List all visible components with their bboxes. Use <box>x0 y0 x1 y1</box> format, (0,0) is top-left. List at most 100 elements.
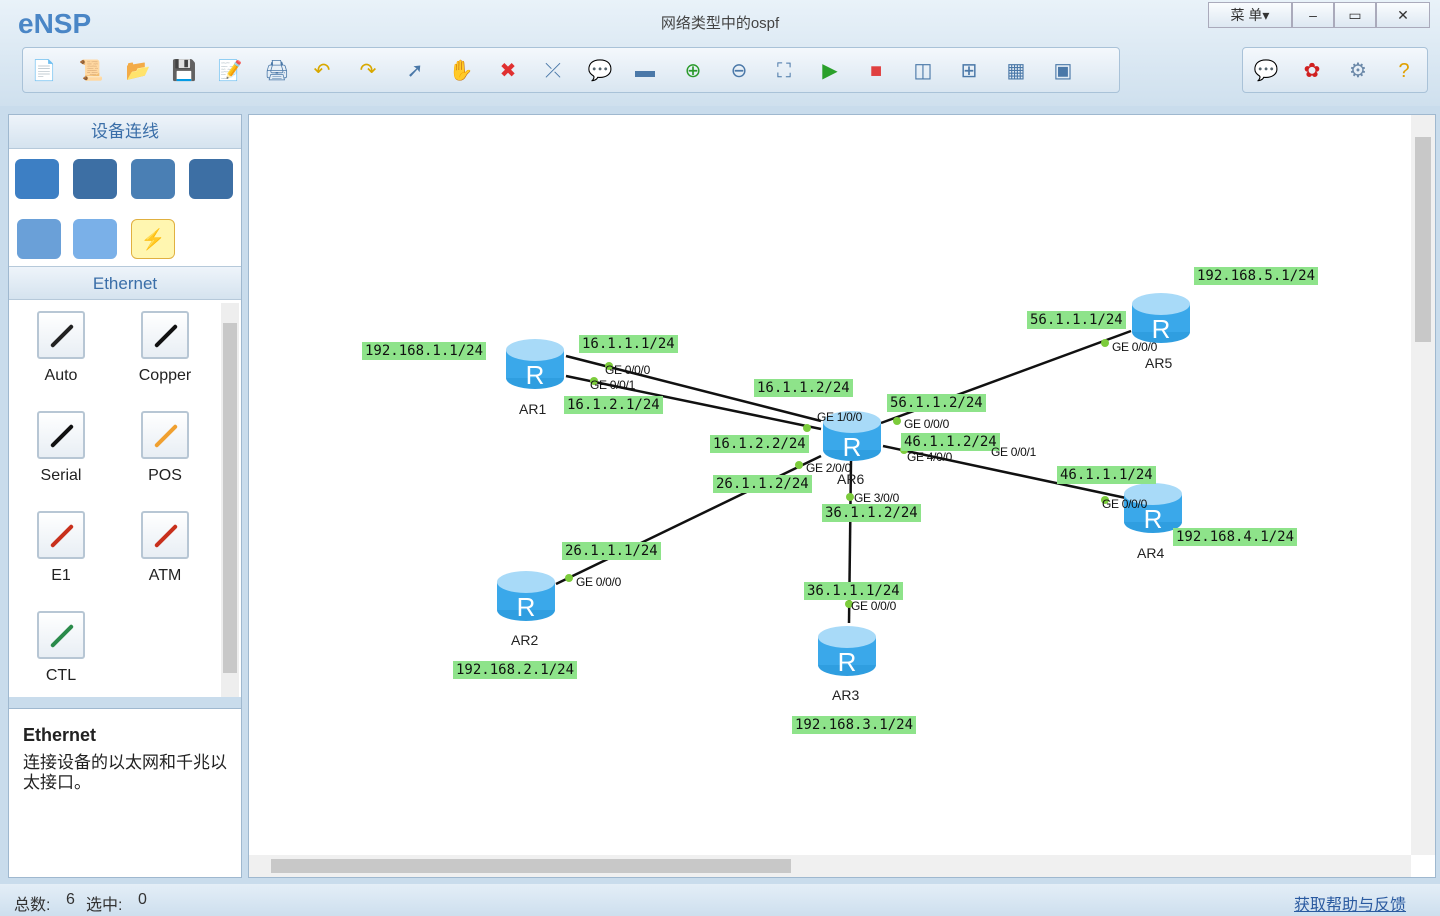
router-icon: R <box>1132 293 1190 344</box>
undo-icon[interactable]: ↶ <box>309 58 335 84</box>
pc-icon[interactable] <box>17 219 61 259</box>
ip-label: 192.168.4.1/24 <box>1173 528 1298 546</box>
maximize-button[interactable]: ▭ <box>1334 2 1376 28</box>
grid-icon[interactable]: ▦ <box>1003 58 1029 84</box>
router-label: AR5 <box>1145 355 1173 371</box>
pan-hand-icon[interactable]: ✋ <box>448 58 474 84</box>
title-bar: eNSP 网络类型中的ospf 菜 单▾ – ▭ ✕ 📄 📜 📂 💾 📝 🖨 ↶ ↷ ➚ ✋ ✖ ⤫ 💬… <box>0 0 1440 106</box>
cable-copper[interactable]: Copper <box>113 311 217 385</box>
cli-icon[interactable]: ▣ <box>1050 58 1076 84</box>
delete-link-icon[interactable]: ⤫ <box>540 58 566 84</box>
close-button[interactable]: ✕ <box>1376 2 1430 28</box>
delete-icon[interactable]: ✖ <box>495 58 521 84</box>
port-label: GE 2/0/0 <box>806 461 851 475</box>
category-header: Ethernet <box>9 266 241 300</box>
ip-label: 56.1.1.2/24 <box>887 394 986 412</box>
horizontal-scrollbar[interactable] <box>249 855 1411 877</box>
port-label: GE 0/0/1 <box>991 445 1036 459</box>
open-icon[interactable]: 📂 <box>125 58 151 84</box>
rectangle-icon[interactable]: ▬ <box>632 58 658 84</box>
chat-icon[interactable]: 💬 <box>1253 58 1279 84</box>
zoom-out-icon[interactable]: ⊖ <box>726 58 752 84</box>
settings-icon[interactable]: ⚙ <box>1345 58 1371 84</box>
cable-auto[interactable]: Auto <box>9 311 113 385</box>
svg-text:R: R <box>843 432 862 462</box>
stop-device-icon[interactable]: ■ <box>863 58 889 84</box>
cable-label: POS <box>148 467 182 484</box>
ip-label: 46.1.1.2/24 <box>901 433 1000 451</box>
huawei-icon[interactable]: ✿ <box>1299 58 1325 84</box>
cable-e1[interactable]: E1 <box>9 511 113 585</box>
firewall-icon[interactable] <box>189 159 233 199</box>
status-bar: 总数: 6 选中: 0 获取帮助与反馈 <box>0 884 1440 916</box>
cable-icon <box>37 611 85 659</box>
menu-button[interactable]: 菜 单▾ <box>1208 2 1292 28</box>
help-icon[interactable]: ? <box>1391 58 1417 84</box>
zoom-in-icon[interactable]: ⊕ <box>680 58 706 84</box>
capture-icon[interactable]: ◫ <box>910 58 936 84</box>
select-icon[interactable]: ➚ <box>402 58 428 84</box>
cable-serial[interactable]: Serial <box>9 411 113 485</box>
port-label: GE 0/0/0 <box>1102 497 1147 511</box>
cable-label: ATM <box>148 567 182 584</box>
router-ar1[interactable]: R <box>505 338 565 390</box>
cable-icon <box>37 511 85 559</box>
print-icon[interactable]: 🖨 <box>264 58 290 84</box>
cloud-icon[interactable] <box>73 219 117 259</box>
port-label: GE 0/0/0 <box>1112 340 1157 354</box>
topology-canvas[interactable]: R AR1 R AR6 R AR5 R AR4 R AR2 R AR3 192.168.1.1/24 16… <box>248 114 1436 878</box>
cable-label: Serial <box>40 467 82 484</box>
ip-label: 26.1.1.2/24 <box>713 475 812 493</box>
fit-view-icon[interactable]: ⛶ <box>771 58 797 84</box>
selected-count: 0 <box>138 891 147 908</box>
svg-text:R: R <box>517 592 536 622</box>
save-icon[interactable]: 💾 <box>171 58 197 84</box>
router-label: AR2 <box>511 632 539 648</box>
cable-icon <box>37 311 85 359</box>
cable-icon <box>37 411 85 459</box>
port-dot <box>893 417 901 425</box>
ip-label: 192.168.5.1/24 <box>1194 267 1319 285</box>
link-icon[interactable]: ⚡ <box>131 219 175 259</box>
redo-icon[interactable]: ↷ <box>355 58 381 84</box>
description-title: Ethernet <box>23 725 97 745</box>
toolbar: 📄 📜 📂 💾 📝 🖨 ↶ ↷ ➚ ✋ ✖ ⤫ 💬 ▬ ⊕ ⊖ ⛶ ▶ ■ ◫ ⊞ ▦ ▣ <box>22 47 1120 93</box>
cable-atm[interactable]: ATM <box>113 511 217 585</box>
router-icon: R <box>506 339 564 390</box>
router-label: AR1 <box>519 401 547 417</box>
router-ar5[interactable]: R <box>1131 292 1191 344</box>
port-label: GE 3/0/0 <box>854 491 899 505</box>
cable-pos[interactable]: POS <box>113 411 217 485</box>
router-ar3[interactable]: R <box>817 625 877 677</box>
router-icon: R <box>818 626 876 677</box>
port-label: GE 0/0/0 <box>605 363 650 377</box>
vertical-scrollbar[interactable] <box>1411 115 1435 855</box>
port-dot <box>803 424 811 432</box>
minimize-button[interactable]: – <box>1292 2 1334 28</box>
save-as-icon[interactable]: 📝 <box>217 58 243 84</box>
start-device-icon[interactable]: ▶ <box>817 58 843 84</box>
description-text: 连接设备的以太网和千兆以太接口。 <box>23 753 227 792</box>
topology-icon[interactable]: ⊞ <box>956 58 982 84</box>
port-label: GE 0/0/0 <box>904 417 949 431</box>
scrollbar[interactable] <box>221 303 239 697</box>
new-script-icon[interactable]: 📜 <box>78 58 104 84</box>
switch-icon[interactable] <box>73 159 117 199</box>
router-label: AR3 <box>832 687 860 703</box>
port-label: GE 1/0/0 <box>817 410 862 424</box>
cable-ctl[interactable]: CTL <box>9 611 113 685</box>
ip-label: 16.1.2.2/24 <box>710 435 809 453</box>
svg-text:R: R <box>838 647 857 677</box>
cable-icon <box>141 511 189 559</box>
new-topology-icon[interactable]: 📄 <box>31 58 57 84</box>
help-feedback-link[interactable]: 获取帮助与反馈 <box>1294 891 1406 915</box>
text-note-icon[interactable]: 💬 <box>587 58 613 84</box>
wlan-icon[interactable] <box>131 159 175 199</box>
panel-header: 设备连线 <box>9 115 241 149</box>
toolbar-right: 💬 ✿ ⚙? <box>1242 47 1428 93</box>
router-ar2[interactable]: R <box>496 570 556 622</box>
ip-label: 192.168.3.1/24 <box>792 716 917 734</box>
port-dot <box>1101 339 1109 347</box>
router-icon[interactable] <box>15 159 59 199</box>
selected-label: 选中: <box>86 897 123 914</box>
